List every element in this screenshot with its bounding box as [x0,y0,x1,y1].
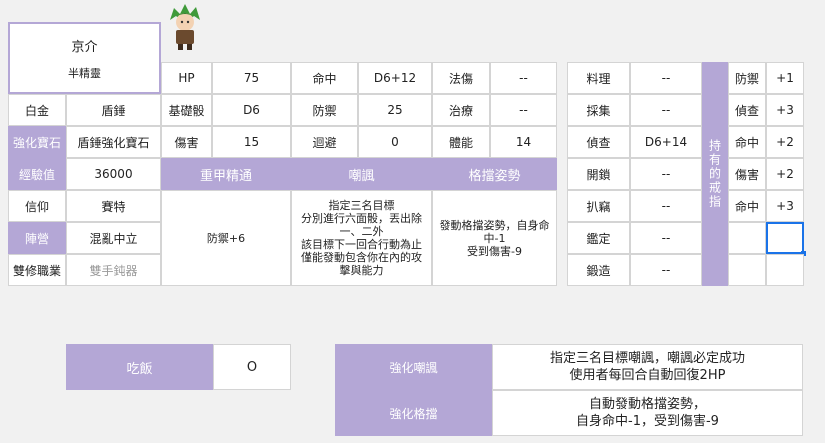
ring-label: 命中 [728,126,766,158]
info-label: 強化寶石 [8,126,66,158]
ability-text: 指定三名目標 分別進行六面骰，丟出除一、二外 該目標下一回合行動為止 僅能發動包… [291,190,432,286]
ability-header: 格擋姿勢 [432,158,557,190]
character-name-box[interactable]: 京介 半精靈 [8,22,161,94]
ring-label: 命中 [728,190,766,222]
ring-label: 偵查 [728,94,766,126]
stat-value[interactable]: 14 [490,126,557,158]
ring-value[interactable]: +2 [766,158,804,190]
enhancement-label: 強化嘲諷 [335,344,492,390]
info-value[interactable]: 盾錘強化寶石 [66,126,161,158]
info-label: 經驗值 [8,158,66,190]
stat-value[interactable]: 0 [358,126,432,158]
ability-text: 防禦+6 [161,190,291,286]
skill-label: 偵查 [567,126,630,158]
character-name: 京介 [71,39,98,55]
skill-value[interactable]: -- [630,62,702,94]
ring-label: 防禦 [728,62,766,94]
ring-value[interactable]: +1 [766,62,804,94]
skill-label: 扒竊 [567,190,630,222]
ring-value[interactable]: +3 [766,94,804,126]
stat-value[interactable]: D6+12 [358,62,432,94]
ring-value[interactable] [766,254,804,286]
info-label: 雙修職業 [8,254,66,286]
enhancement-text: 自動發動格擋姿勢， 自身命中-1，受到傷害-9 [492,390,803,436]
info-value[interactable]: 36000 [66,158,161,190]
skill-value[interactable]: -- [630,94,702,126]
enhancement-text: 指定三名目標嘲諷，嘲諷必定成功 使用者每回合自動回復2HP [492,344,803,390]
info-label: 白金 [8,94,66,126]
skill-value[interactable]: -- [630,254,702,286]
stat-value[interactable]: 75 [212,62,291,94]
ability-header: 嘲諷 [291,158,432,190]
enhancement-label: 強化格擋 [335,390,492,436]
skill-value[interactable]: -- [630,222,702,254]
ring-label [728,254,766,286]
stat-value[interactable]: D6 [212,94,291,126]
ring-value[interactable]: +2 [766,126,804,158]
info-value[interactable]: 盾錘 [66,94,161,126]
ability-text: 發動格擋姿勢，自身命中-1 受到傷害-9 [432,190,557,286]
ring-value-selected[interactable] [766,222,804,254]
info-value[interactable]: 賽特 [66,190,161,222]
skill-value[interactable]: D6+14 [630,126,702,158]
skill-label: 鍛造 [567,254,630,286]
rings-title-text: 持有的戒指 [707,139,722,209]
skill-label: 開鎖 [567,158,630,190]
stat-value[interactable]: -- [490,94,557,126]
info-label: 陣營 [8,222,66,254]
stat-label: 基礎骰 [161,94,212,126]
stat-label: HP [161,62,212,94]
meal-value[interactable]: O [213,344,291,390]
ring-label [728,222,766,254]
rings-title: 持有的戒指 [702,62,728,286]
stat-label: 治療 [432,94,490,126]
meal-label: 吃飯 [66,344,213,390]
stat-label: 法傷 [432,62,490,94]
stat-label: 命中 [291,62,358,94]
ability-header: 重甲精通 [161,158,291,190]
stat-value[interactable]: 15 [212,126,291,158]
character-avatar [170,4,200,50]
skill-value[interactable]: -- [630,158,702,190]
skill-label: 鑑定 [567,222,630,254]
ring-label: 傷害 [728,158,766,190]
stat-label: 迴避 [291,126,358,158]
stat-value[interactable]: 25 [358,94,432,126]
skill-label: 料理 [567,62,630,94]
stat-label: 傷害 [161,126,212,158]
info-value[interactable]: 混亂中立 [66,222,161,254]
stat-value[interactable]: -- [490,62,557,94]
skill-value[interactable]: -- [630,190,702,222]
info-label: 信仰 [8,190,66,222]
stat-label: 體能 [432,126,490,158]
ring-value[interactable]: +3 [766,190,804,222]
skill-label: 採集 [567,94,630,126]
info-value[interactable]: 雙手鈍器 [66,254,161,286]
character-race: 半精靈 [68,66,101,80]
stat-label: 防禦 [291,94,358,126]
